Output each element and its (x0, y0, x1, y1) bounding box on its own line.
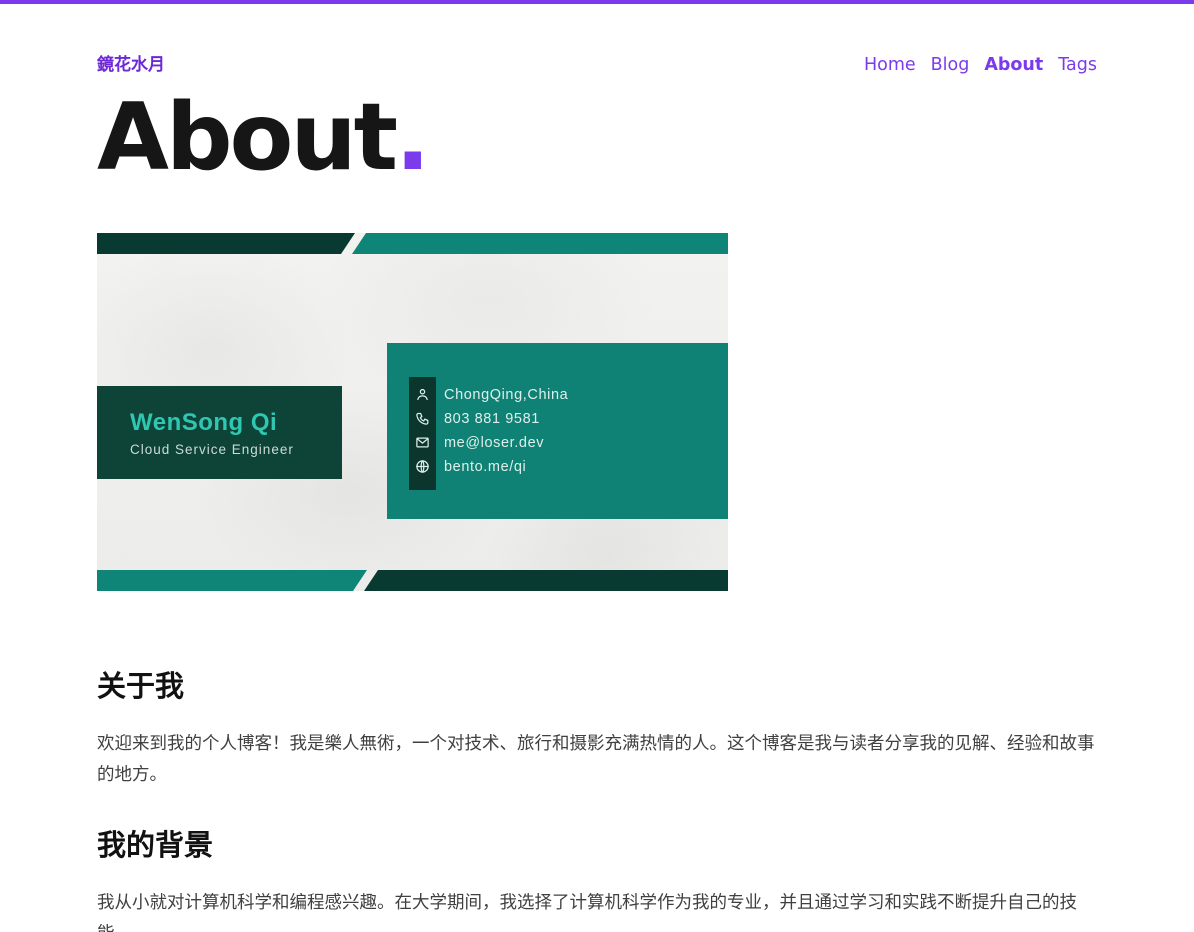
nav-about[interactable]: About (984, 55, 1043, 75)
page-title: About. (97, 91, 1097, 184)
nav-blog[interactable]: Blog (931, 55, 970, 75)
person-icon (415, 382, 430, 406)
card-contact-website: bento.me/qi (444, 455, 568, 479)
site-header: 鏡花水月 Home Blog About Tags (97, 4, 1097, 75)
card-contact-phone: 803 881 9581 (444, 407, 568, 431)
card-contact-panel: ChongQing,China 803 881 9581 me@loser.de… (387, 343, 728, 519)
section-paragraph-background: 我从小就对计算机科学和编程感兴趣。在大学期间，我选择了计算机科学作为我的专业，并… (97, 887, 1097, 932)
business-card-image: WenSong Qi Cloud Service Engineer (97, 233, 728, 591)
card-name-box: WenSong Qi Cloud Service Engineer (97, 386, 342, 479)
section-background: 我的背景 我从小就对计算机科学和编程感兴趣。在大学期间，我选择了计算机科学作为我… (97, 822, 1097, 932)
site-title[interactable]: 鏡花水月 (97, 50, 165, 75)
title-period: . (395, 83, 427, 191)
section-heading-background: 我的背景 (97, 822, 1097, 864)
card-contact-email: me@loser.dev (444, 431, 568, 455)
card-contact-list: ChongQing,China 803 881 9581 me@loser.de… (444, 383, 568, 479)
card-person-role: Cloud Service Engineer (130, 442, 342, 457)
mail-icon (415, 430, 430, 454)
nav-tags[interactable]: Tags (1058, 55, 1097, 75)
nav-home[interactable]: Home (864, 55, 916, 75)
card-bottom-stripe (97, 570, 728, 591)
main-content: About. WenSong Qi Cloud Service Engineer (97, 91, 1097, 932)
section-about-me: 关于我 欢迎来到我的个人博客！我是樂人無術，一个对技术、旅行和摄影充满热情的人。… (97, 663, 1097, 790)
card-icon-strip (409, 377, 436, 490)
card-top-stripe (97, 233, 728, 254)
main-nav: Home Blog About Tags (864, 55, 1097, 75)
card-contact-location: ChongQing,China (444, 383, 568, 407)
section-heading-about-me: 关于我 (97, 663, 1097, 705)
section-paragraph-about-me: 欢迎来到我的个人博客！我是樂人無術，一个对技术、旅行和摄影充满热情的人。这个博客… (97, 728, 1097, 790)
globe-icon (415, 454, 430, 478)
card-person-name: WenSong Qi (130, 409, 342, 437)
phone-icon (415, 406, 430, 430)
